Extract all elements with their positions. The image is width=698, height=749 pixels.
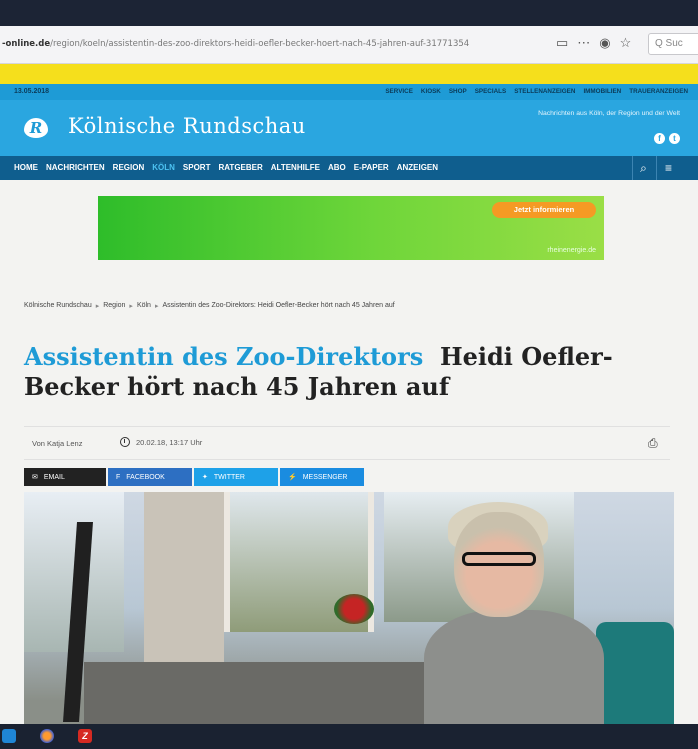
article-author[interactable]: Von Katja Lenz bbox=[32, 439, 82, 448]
ad-cta-button[interactable]: Jetzt informieren bbox=[492, 202, 596, 218]
article-date: 20.02.18, 13:17 Uhr bbox=[136, 437, 203, 447]
top-link-immobilien[interactable]: IMMOBILIEN bbox=[583, 88, 621, 95]
share-facebook-button[interactable]: f FACEBOOK bbox=[108, 468, 192, 486]
nav-item-anzeigen[interactable]: ANZEIGEN bbox=[397, 163, 438, 172]
site-tagline: Nachrichten aus Köln, der Region und der… bbox=[538, 110, 680, 117]
more-actions-icon[interactable]: ⋯ bbox=[577, 35, 590, 51]
breadcrumb-item-koeln[interactable]: Köln bbox=[137, 302, 151, 310]
site-date: 13.05.2018 bbox=[14, 88, 50, 95]
breadcrumb-item-home[interactable]: Kölnische Rundschau bbox=[24, 302, 92, 310]
article-headline: Assistentin des Zoo-Direktors Heidi Oefl… bbox=[24, 342, 684, 402]
browser-notification-bar bbox=[0, 64, 698, 84]
menu-icon[interactable]: ≡ bbox=[656, 156, 680, 180]
top-link-stellenanzeigen[interactable]: STELLENANZEIGEN bbox=[514, 88, 575, 95]
facebook-icon: f bbox=[116, 473, 121, 481]
nav-item-home[interactable]: HOME bbox=[14, 163, 38, 172]
messenger-icon: ⚡ bbox=[288, 474, 297, 481]
start-icon[interactable] bbox=[2, 729, 16, 743]
breadcrumb: Kölnische Rundschau ▸ Region ▸ Köln ▸ As… bbox=[24, 302, 395, 310]
ad-banner[interactable]: Jetzt informieren rheinenergie.de bbox=[98, 196, 604, 260]
browser-search-input[interactable]: Q Suc bbox=[648, 33, 698, 55]
twitter-bird-icon: ✦ bbox=[202, 474, 208, 481]
nav-item-nachrichten[interactable]: NACHRICHTEN bbox=[46, 163, 105, 172]
url-field[interactable]: -online.de/region/koeln/assistentin-des-… bbox=[2, 39, 522, 49]
nav-item-ratgeber[interactable]: RATGEBER bbox=[218, 163, 262, 172]
share-messenger-button[interactable]: ⚡ MESSENGER bbox=[280, 468, 364, 486]
share-bar: ✉ EMAIL f FACEBOOK ✦ TWITTER ⚡ MESSENGER bbox=[24, 468, 364, 486]
top-link-shop[interactable]: SHOP bbox=[449, 88, 467, 95]
site-logo-name[interactable]: Kölnische Rundschau bbox=[68, 114, 306, 138]
reader-view-icon[interactable]: ▭ bbox=[556, 35, 568, 51]
ad-brand: rheinenergie.de bbox=[547, 247, 596, 254]
browser-address-bar[interactable]: -online.de/region/koeln/assistentin-des-… bbox=[0, 26, 698, 64]
facebook-icon[interactable]: f bbox=[654, 133, 665, 144]
top-link-traueranzeigen[interactable]: TRAUERANZEIGEN bbox=[629, 88, 688, 95]
main-navigation: HOME NACHRICHTEN REGION KÖLN SPORT RATGE… bbox=[0, 156, 698, 180]
bookmark-star-icon[interactable]: ☆ bbox=[620, 35, 632, 51]
article-photo[interactable] bbox=[24, 492, 674, 724]
chevron-right-icon: ▸ bbox=[95, 303, 100, 310]
web-page: 13.05.2018 SERVICE KIOSK SHOP SPECIALS S… bbox=[0, 84, 698, 724]
share-twitter-button[interactable]: ✦ TWITTER bbox=[194, 468, 278, 486]
nav-item-epaper[interactable]: E-PAPER bbox=[354, 163, 389, 172]
twitter-icon[interactable]: t bbox=[669, 133, 680, 144]
top-link-service[interactable]: SERVICE bbox=[385, 88, 413, 95]
social-links: f t bbox=[654, 133, 680, 144]
service-bar: 13.05.2018 SERVICE KIOSK SHOP SPECIALS S… bbox=[0, 84, 698, 100]
nav-item-sport[interactable]: SPORT bbox=[183, 163, 211, 172]
breadcrumb-item-current: Assistentin des Zoo-Direktors: Heidi Oef… bbox=[162, 302, 395, 309]
pocket-icon[interactable]: ◉ bbox=[599, 35, 610, 51]
screen-top-bezel bbox=[0, 0, 698, 26]
breadcrumb-item-region[interactable]: Region bbox=[103, 302, 125, 310]
share-email-button[interactable]: ✉ EMAIL bbox=[24, 468, 106, 486]
nav-item-altenhilfe[interactable]: ALTENHILFE bbox=[271, 163, 320, 172]
envelope-icon: ✉ bbox=[32, 474, 38, 481]
print-icon[interactable]: ⎙ bbox=[648, 436, 660, 450]
app-icon[interactable]: Z bbox=[78, 729, 92, 743]
nav-item-koeln[interactable]: KÖLN bbox=[152, 163, 175, 172]
firefox-icon[interactable] bbox=[40, 729, 54, 743]
service-links: SERVICE KIOSK SHOP SPECIALS STELLENANZEI… bbox=[385, 88, 688, 95]
search-icon[interactable]: ⌕ bbox=[632, 156, 654, 180]
clock-icon bbox=[120, 437, 130, 447]
logo-icon[interactable]: R bbox=[24, 118, 48, 138]
article-meta: Von Katja Lenz 20.02.18, 13:17 Uhr ⎙ bbox=[24, 426, 670, 460]
url-actions: ▭ ⋯ ◉ ☆ bbox=[556, 35, 631, 51]
top-link-kiosk[interactable]: KIOSK bbox=[421, 88, 441, 95]
article-kicker: Assistentin des Zoo-Direktors bbox=[24, 342, 424, 371]
nav-item-region[interactable]: REGION bbox=[113, 163, 145, 172]
nav-item-abo[interactable]: ABO bbox=[328, 163, 346, 172]
os-taskbar: Z bbox=[0, 724, 698, 749]
chevron-right-icon: ▸ bbox=[154, 303, 159, 310]
top-link-specials[interactable]: SPECIALS bbox=[475, 88, 507, 95]
masthead: R Kölnische Rundschau Nachrichten aus Kö… bbox=[0, 100, 698, 156]
chevron-right-icon: ▸ bbox=[129, 303, 133, 310]
